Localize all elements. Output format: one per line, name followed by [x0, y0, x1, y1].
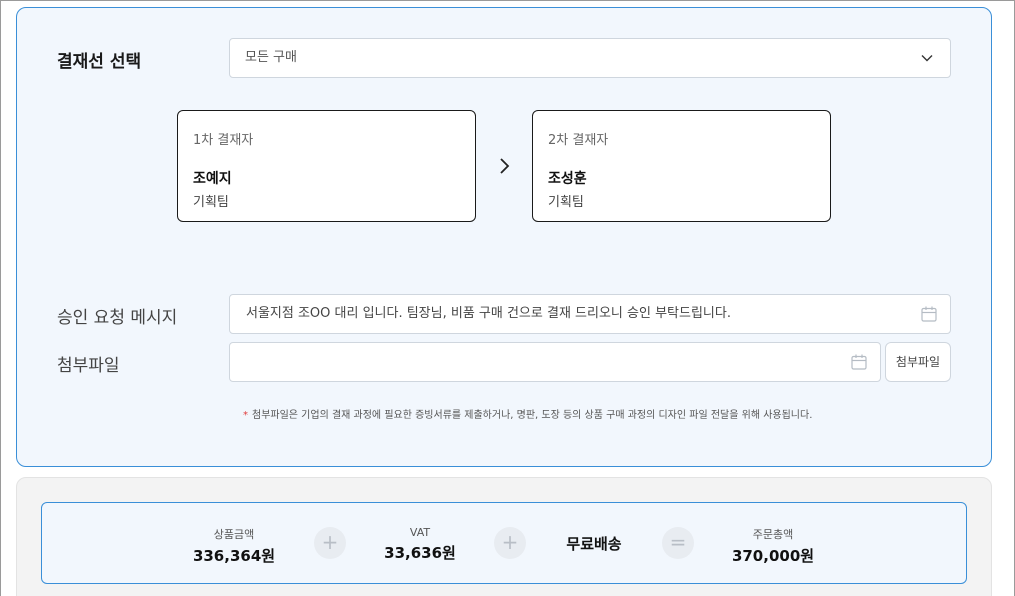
equals-icon: =: [662, 527, 694, 559]
attachment-input[interactable]: [229, 342, 881, 382]
attach-file-button[interactable]: 첨부파일: [885, 342, 951, 382]
approval-line-select[interactable]: 모든 구매: [229, 38, 951, 78]
vat-value: 33,636원: [384, 544, 456, 562]
calendar-icon: [851, 354, 867, 370]
approval-message-value: 서울지점 조OO 대리 입니다. 팀장님, 비품 구매 건으로 결재 드리오니 …: [246, 306, 731, 321]
plus-icon: +: [494, 527, 526, 559]
product-amount-value: 336,364원: [192, 547, 276, 565]
shipping-info: 무료배송: [544, 533, 644, 554]
approver-name: 조성훈: [548, 171, 587, 187]
vat-amount: VAT 33,636원: [365, 526, 475, 563]
approver-role: 2차 결재자: [548, 133, 609, 148]
approver-name: 조예지: [193, 171, 232, 187]
chevron-right-icon: [500, 158, 510, 174]
vat-label: VAT: [409, 526, 431, 539]
shipping-label: 무료배송: [566, 535, 622, 553]
total-label: 주문총액: [752, 528, 794, 541]
approver-role: 1차 결재자: [193, 133, 254, 148]
calendar-icon: [921, 306, 937, 322]
attachment-note-text: 첨부파일은 기업의 결재 과정에 필요한 증빙서류를 제출하거나, 명판, 도장…: [252, 410, 813, 421]
product-amount: 상품금액 336,364원: [179, 526, 289, 566]
chevron-down-icon: [921, 55, 933, 62]
required-star: *: [243, 410, 248, 421]
approval-line-label: 결재선 선택: [57, 52, 142, 72]
approval-message-input[interactable]: 서울지점 조OO 대리 입니다. 팀장님, 비품 구매 건으로 결재 드리오니 …: [229, 294, 951, 334]
product-amount-label: 상품금액: [213, 528, 255, 541]
approver-team: 기획팀: [193, 195, 229, 210]
approval-message-label: 승인 요청 메시지: [57, 308, 178, 328]
approval-line-selected: 모든 구매: [245, 50, 297, 65]
approver-team: 기획팀: [548, 195, 584, 210]
attachment-note: * 첨부파일은 기업의 결재 과정에 필요한 증빙서류를 제출하거나, 명판, 도…: [243, 406, 812, 421]
total-amount: 주문총액 370,000원: [718, 526, 828, 566]
total-value: 370,000원: [731, 547, 815, 565]
approver-card-2: 2차 결재자 조성훈 기획팀: [532, 110, 831, 222]
approver-card-1: 1차 결재자 조예지 기획팀: [177, 110, 476, 222]
attachment-label: 첨부파일: [57, 356, 120, 376]
plus-icon: +: [314, 527, 346, 559]
